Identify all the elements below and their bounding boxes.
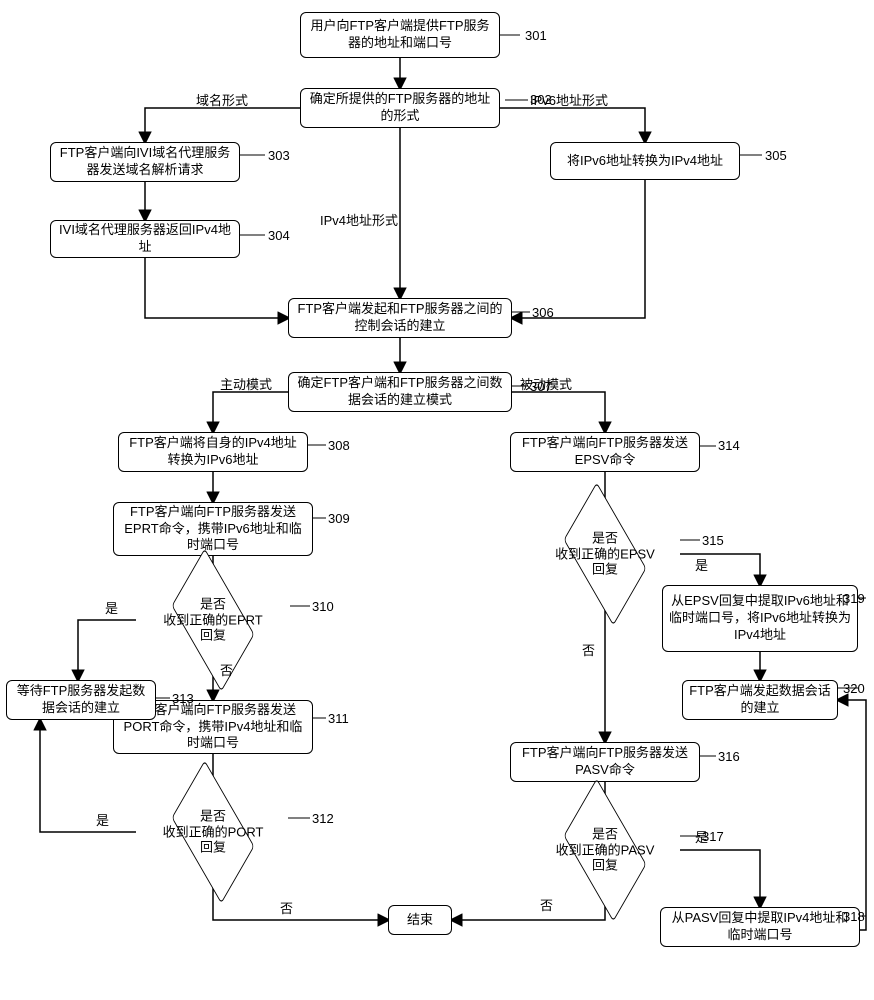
node-307: 确定FTP客户端和FTP服务器之间数据会话的建立模式 [288,372,512,412]
edge-active: 主动模式 [220,374,272,393]
ref-310: 310 [312,599,334,614]
ref-313: 313 [172,691,194,706]
node-302: 确定所提供的FTP服务器的地址的形式 [300,88,500,128]
node-315: 是否收到正确的EPSV回复 [557,522,653,586]
node-308: FTP客户端将自身的IPv4地址转换为IPv6地址 [118,432,308,472]
ref-311: 311 [328,711,349,726]
node-316: FTP客户端向FTP服务器发送PASV命令 [510,742,700,782]
node-317: 是否收到正确的PASV回复 [557,818,653,882]
node-312: 是否收到正确的PORT回复 [165,800,261,864]
ref-305: 305 [765,148,787,163]
ref-309: 309 [328,511,350,526]
ref-306: 306 [532,305,554,320]
node-end: 结束 [388,905,452,935]
node-313: 等待FTP服务器发起数据会话的建立 [6,680,156,720]
ref-315: 315 [702,533,724,548]
node-318: 从PASV回复中提取IPv4地址和临时端口号 [660,907,860,947]
ref-319: 319 [843,591,865,606]
node-305: 将IPv6地址转换为IPv4地址 [550,142,740,180]
ref-308: 308 [328,438,350,453]
edge-312-yes: 是 [96,810,109,829]
edge-317-yes: 是 [695,827,708,846]
edge-310-no: 否 [220,660,233,679]
edge-ipv4-form: IPv4地址形式 [320,210,398,229]
edge-passive: 被动模式 [520,374,572,393]
ref-304: 304 [268,228,290,243]
node-306: FTP客户端发起和FTP服务器之间的控制会话的建立 [288,298,512,338]
ref-303: 303 [268,148,290,163]
node-309: FTP客户端向FTP服务器发送EPRT命令，携带IPv6地址和临时端口号 [113,502,313,556]
node-314: FTP客户端向FTP服务器发送EPSV命令 [510,432,700,472]
node-320: FTP客户端发起数据会话的建立 [682,680,838,720]
ref-318: 318 [843,909,865,924]
node-301: 用户向FTP客户端提供FTP服务器的地址和端口号 [300,12,500,58]
ref-312: 312 [312,811,334,826]
ref-316: 316 [718,749,740,764]
node-319: 从EPSV回复中提取IPv6地址和临时端口号，将IPv6地址转换为IPv4地址 [662,585,858,652]
edge-310-yes: 是 [105,598,118,617]
edge-ipv6-form: IPv6地址形式 [530,90,608,109]
edge-domain-form: 域名形式 [196,90,248,109]
ref-301: 301 [525,28,547,43]
node-304: IVI域名代理服务器返回IPv4地址 [50,220,240,258]
edge-315-yes: 是 [695,555,708,574]
ref-320: 320 [843,681,865,696]
node-310: 是否收到正确的EPRT回复 [165,588,261,652]
node-303: FTP客户端向IVI域名代理服务器发送域名解析请求 [50,142,240,182]
edge-312-no: 否 [280,898,293,917]
edge-317-no: 否 [540,895,553,914]
edge-315-no: 否 [582,640,595,659]
ref-314: 314 [718,438,740,453]
